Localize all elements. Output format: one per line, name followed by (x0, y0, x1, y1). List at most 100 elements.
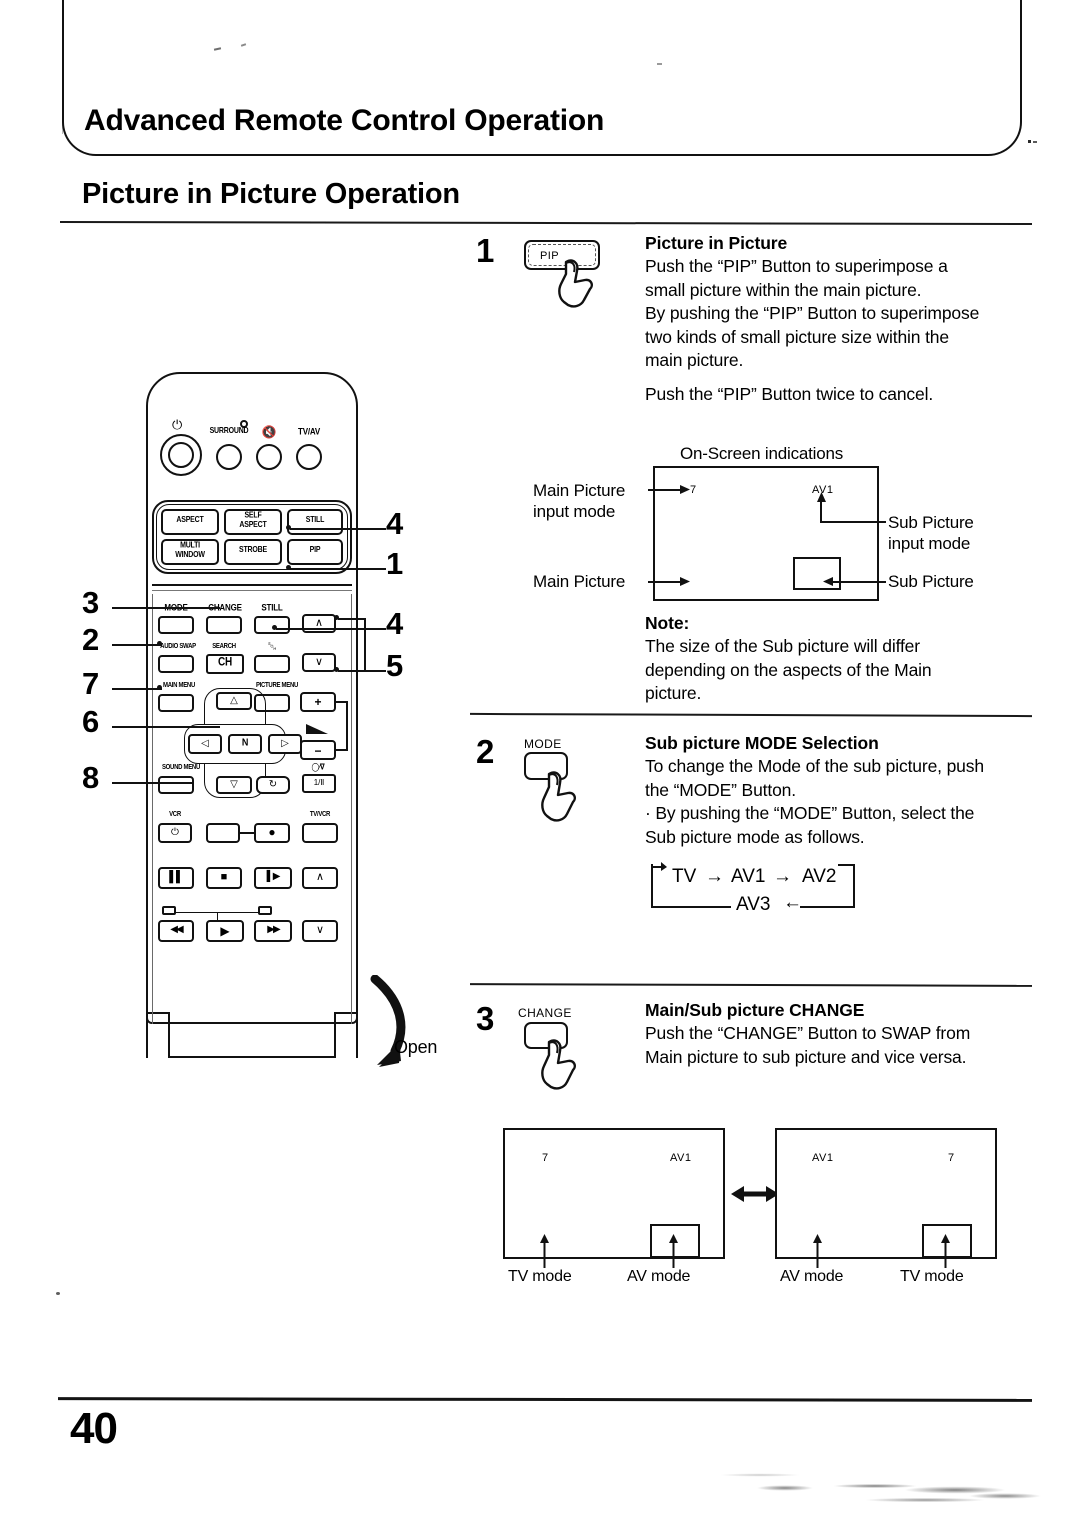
callout-5-bracket-top (338, 618, 366, 620)
scan-speck (56, 1292, 60, 1295)
power-button-inner[interactable] (168, 442, 194, 468)
callout-8: 8 (82, 760, 100, 795)
scan-smudge (755, 1478, 1055, 1512)
chevron-down-icon: ∨ (315, 924, 325, 936)
arrow-right-icon (680, 485, 690, 494)
swap-left-sub-osd: AV1 (670, 1152, 692, 1164)
callout-4-top: 4 (386, 506, 404, 541)
sound-menu-button[interactable] (158, 776, 194, 794)
volume-wedge-icon (306, 724, 328, 734)
onscreen-sub-screen (793, 557, 841, 590)
vcr-aux-button[interactable] (206, 823, 240, 843)
step-3-number: 3 (476, 1000, 495, 1037)
callout-4-top-dot (286, 525, 291, 530)
mode-cycle-top-right (838, 864, 855, 866)
callout-5-bracket (364, 620, 366, 672)
step-2-number: 2 (476, 733, 495, 770)
remote-divider (152, 584, 352, 586)
callout-2-dot (157, 641, 162, 646)
callout-5-bracket-bottom (338, 670, 366, 672)
chevron-down-icon: ∨ (314, 656, 324, 668)
onscreen-caption: On-Screen indications (680, 444, 844, 463)
double-arrow-icon (731, 1186, 779, 1202)
arrow-up-icon (813, 1234, 822, 1268)
swap-left-main-label: TV mode (508, 1268, 572, 1285)
callout-5-dot-top (334, 615, 339, 620)
rewind-index-icon (162, 906, 176, 915)
multi-window-label: MULTI WINDOW (175, 541, 205, 559)
audio-swap-button[interactable] (158, 655, 194, 673)
timer-icon: ↻ (268, 779, 278, 790)
triangle-down-icon: ▽ (230, 779, 238, 790)
onscreen-sub-input-leader-h (820, 521, 886, 523)
slow-play-icon: ▌▶ (266, 871, 281, 882)
tv-vcr-button[interactable] (302, 823, 338, 843)
mode-button[interactable] (158, 616, 194, 634)
triangle-left-icon: ◁ (201, 738, 209, 749)
callout-4-flap-dot (272, 625, 277, 630)
swap-right-main-label: AV mode (780, 1268, 844, 1285)
callout-5-dot-bottom (334, 667, 339, 672)
pressing-finger-icon (541, 1039, 576, 1090)
onscreen-main-picture-label: Main Picture (533, 572, 626, 591)
step-3-divider (469, 983, 1033, 987)
mute-button[interactable] (256, 444, 282, 470)
audio-mode-icon: 1/Ⅱ (313, 778, 325, 787)
onscreen-main-picture-leader (648, 581, 684, 583)
section-divider (59, 220, 1033, 226)
remote-control-illustration: ⏻ SURROUND 🔇 TV/AV ASPECT SELF ASPECT ST… (128, 372, 378, 1072)
mode-cycle-arrow-2: → (773, 866, 792, 887)
mode-cycle-right-bracket (853, 864, 855, 908)
index-link-tick (217, 912, 218, 920)
main-menu-button[interactable] (158, 694, 194, 712)
mode-key-label: MODE (524, 737, 562, 751)
still-label: STILL (305, 516, 325, 525)
power-icon: ⏻ (172, 417, 183, 432)
stop-icon: ■ (220, 871, 228, 883)
note-body: The size of the Sub picture will differ … (645, 636, 932, 703)
step-2-body: To change the Mode of the sub picture, p… (645, 756, 984, 847)
pause-icon: ▌▌ (169, 871, 184, 883)
swap-right-sub-label: TV mode (900, 1268, 964, 1285)
pressing-finger-icon (541, 771, 576, 822)
swap-right-main-osd: AV1 (812, 1152, 834, 1164)
pressing-finger-icon (558, 259, 593, 308)
plus-icon: + (314, 695, 322, 709)
surround-button[interactable] (216, 444, 242, 470)
callout-3-leader (112, 607, 220, 609)
swap-right-sub-osd: 7 (948, 1152, 955, 1164)
vcr-power-label: VCR (169, 811, 181, 819)
callout-5-leader (366, 670, 386, 672)
play-icon: ▶ (220, 924, 230, 938)
mode-cycle-av3: AV3 (736, 894, 771, 915)
sound-menu-label: SOUND MENU (161, 764, 200, 772)
onscreen-main-input-leader (648, 489, 684, 491)
step-2-heading: Sub picture MODE Selection (645, 733, 879, 753)
picture-off-button[interactable] (254, 655, 290, 673)
tv-av-button[interactable] (296, 444, 322, 470)
swap-left-sub-label: AV mode (627, 1268, 691, 1285)
change-button[interactable] (206, 616, 242, 634)
mode-cycle-bottom-left (651, 906, 731, 908)
flap-edge-right (351, 594, 352, 1024)
triangle-right-icon: ▷ (281, 738, 289, 749)
callout-8-leader (112, 782, 192, 784)
page-number: 40 (70, 1404, 118, 1453)
rewind-icon: ◀◀ (170, 924, 183, 935)
footer-divider (57, 1397, 1033, 1402)
onscreen-main-input-label: Main Picture input mode (533, 481, 626, 521)
picture-off-icon: ␁ (267, 641, 277, 653)
callout-4-top-leader (290, 528, 386, 530)
step-3-body: Push the “CHANGE” Button to SWAP from Ma… (645, 1023, 971, 1067)
normalize-label: N (241, 736, 249, 748)
search-label: SEARCH (212, 643, 236, 651)
fast-forward-icon: ▶▶ (267, 924, 280, 935)
minus-icon: − (314, 744, 322, 758)
arrow-right-icon (651, 862, 667, 871)
arrow-right-icon (680, 577, 690, 586)
manual-page: Advanced Remote Control Operation Pictur… (0, 0, 1080, 1526)
callout-6-leader (112, 726, 220, 728)
callout-7-dot (157, 685, 162, 690)
power-icon: ⏻ (171, 827, 179, 838)
onscreen-sub-picture-leader (830, 581, 886, 583)
